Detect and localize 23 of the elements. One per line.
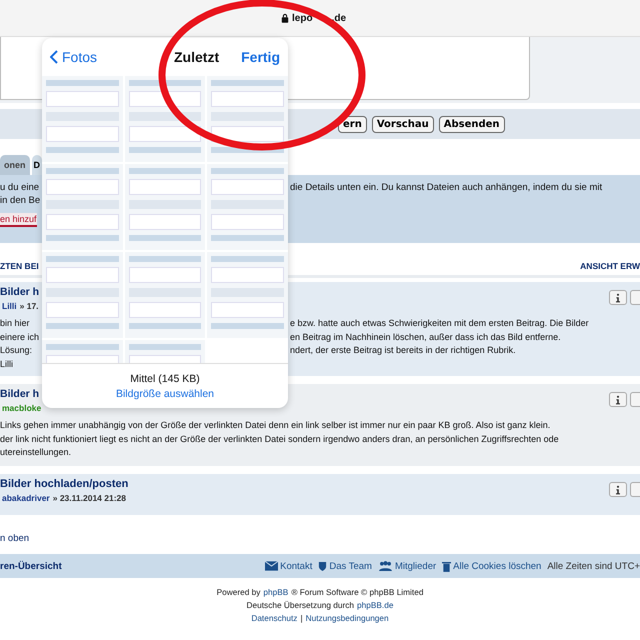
- post-text: bin hier: [0, 317, 31, 330]
- post-text: ndert, der erste Beitrag ist bereits in der richtigen Rubrik.: [290, 344, 516, 357]
- post-text: en Beitrag im Nachhinein löschen, außer dass ich das Bild entferne.: [290, 330, 561, 344]
- post-text: Lilli: [0, 358, 14, 370]
- post-date: » 23.11.2014 21:28: [52, 493, 126, 503]
- post-text: der link nicht funktioniert liegt es nicht an der Größe der verlinkten Datei sondern irgendwo anders dran, an persönlichen Zugriffsrechten ode: [0, 432, 559, 446]
- post-text: utereinstellungen.: [0, 446, 72, 459]
- post-date: » 17.: [20, 301, 39, 311]
- credit-text: ® Forum Software © phpBB Limited: [291, 587, 424, 597]
- credit-text: Powered by: [216, 587, 260, 597]
- image-size-text: Mittel (145 KB): [130, 372, 200, 384]
- post-text: Lösung:: [0, 344, 34, 357]
- info-text: in den Be: [0, 194, 42, 207]
- picker-title: Zuletzt: [174, 49, 220, 65]
- post-text: Links gehen immer unabhängig von der Größe der verlinkten Datei denn ein link selber ist immer nur ein paar KB groß. Also ist ganz klein.: [0, 419, 550, 432]
- info-text: u du eine: [0, 181, 40, 194]
- post-text: einere ich: [0, 330, 40, 344]
- info-text: die Details unten ein. Du kannst Dateien auch anhängen, indem du sie mit: [290, 181, 602, 194]
- post-text: e bzw. hatte auch etwas Schwierigkeiten mit dem ersten Beitrag. Die Bilder: [290, 317, 589, 330]
- section-heading: ZTEN BEI: [0, 261, 39, 271]
- timezone-text: Alle Zeiten sind UTC+: [547, 560, 640, 572]
- separator: |: [300, 613, 303, 623]
- credit-text: Deutsche Übersetzung durch: [246, 600, 354, 610]
